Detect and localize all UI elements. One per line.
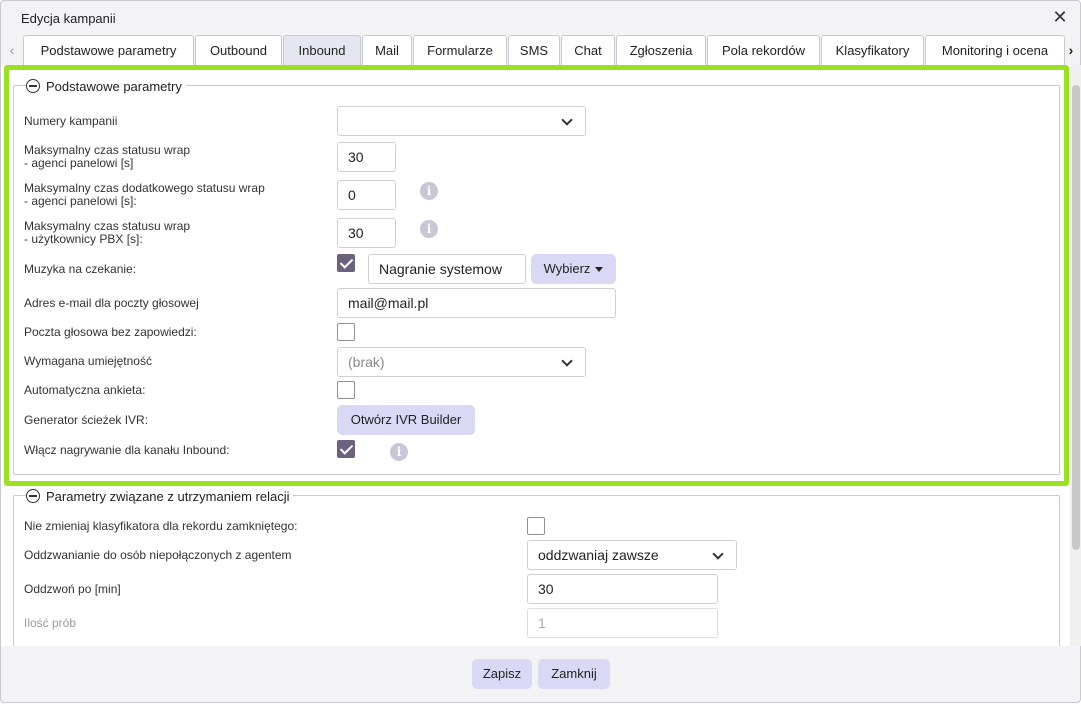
info-icon[interactable]: i	[420, 220, 438, 238]
tab-chat[interactable]: Chat	[561, 35, 615, 65]
callback-after-label: Oddzwoń po [min]	[24, 582, 121, 596]
info-icon[interactable]: i	[420, 182, 438, 200]
wrap-time-input[interactable]	[337, 142, 396, 172]
wrap-time-label: Maksymalny czas statusu wrap - agenci pa…	[24, 144, 190, 170]
voicemail-no-greeting-checkbox[interactable]	[337, 323, 355, 341]
section-basic-parameters: Podstawowe parametry Numery kampanii Mak…	[13, 77, 1060, 475]
wrap-time-label-line2: - agenci panelowi [s]	[24, 156, 134, 170]
voicemail-no-greeting-label: Poczta głosowa bez zapowiedzi:	[24, 325, 197, 339]
tab-bar: ‹ Podstawowe parametry Outbound Inbound …	[1, 35, 1081, 65]
callback-after-input[interactable]	[527, 574, 718, 604]
tab-formularze[interactable]: Formularze	[413, 35, 507, 65]
additional-wrap-time-label-line1: Maksymalny czas dodatkowego statusu wrap	[24, 181, 265, 195]
tab-klasyfikatory[interactable]: Klasyfikatory	[821, 35, 924, 65]
section-relationship-parameters-legend: Parametry związane z utrzymaniem relacji	[26, 487, 294, 505]
collapse-icon[interactable]	[26, 489, 40, 503]
choose-music-button-label: Wybierz	[543, 261, 591, 276]
callback-select[interactable]: oddzwaniaj zawsze	[527, 540, 737, 570]
callback-value: oddzwaniaj zawsze	[538, 547, 659, 563]
vertical-scrollbar[interactable]	[1070, 65, 1081, 646]
tab-inbound[interactable]: Inbound	[283, 35, 361, 65]
pbx-wrap-time-input[interactable]	[337, 218, 396, 248]
additional-wrap-time-label: Maksymalny czas dodatkowego statusu wrap…	[24, 182, 265, 208]
section-relationship-parameters: Parametry związane z utrzymaniem relacji…	[13, 487, 1060, 646]
required-skill-label: Wymagana umiejętność	[24, 354, 152, 368]
chevron-down-icon	[561, 114, 573, 126]
wrap-time-label-line1: Maksymalny czas statusu wrap	[24, 143, 191, 157]
attempts-input[interactable]	[527, 608, 718, 638]
info-icon[interactable]: i	[390, 443, 408, 461]
save-button[interactable]: Zapisz	[472, 659, 532, 689]
section-basic-parameters-title: Podstawowe parametry	[46, 78, 182, 94]
hold-music-input[interactable]	[368, 254, 526, 284]
tab-scroll-left-icon[interactable]: ‹	[5, 41, 19, 61]
collapse-icon[interactable]	[26, 79, 40, 93]
pbx-wrap-time-label-line2: - użytkownicy PBX [s]:	[24, 232, 143, 246]
section-relationship-parameters-title: Parametry związane z utrzymaniem relacji	[46, 488, 290, 504]
inbound-recording-checkbox[interactable]	[337, 440, 355, 458]
keep-classifier-checkbox[interactable]	[527, 517, 545, 535]
scrollbar-thumb[interactable]	[1072, 85, 1080, 550]
ivr-generator-label: Generator ścieżek IVR:	[24, 413, 149, 427]
open-ivr-builder-button[interactable]: Otwórz IVR Builder	[337, 405, 475, 435]
tab-scroll-right-icon[interactable]: ›	[1064, 41, 1078, 61]
tab-pola-rekordow[interactable]: Pola rekordów	[707, 35, 820, 65]
attempts-label: Ilość prób	[24, 616, 77, 630]
inbound-recording-label: Włącz nagrywanie dla kanału Inbound:	[24, 443, 230, 457]
chevron-down-icon	[561, 355, 573, 367]
campaign-numbers-label: Numery kampanii	[24, 114, 118, 128]
choose-music-button[interactable]: Wybierz	[531, 254, 616, 284]
tab-monitoring-i-ocena[interactable]: Monitoring i ocena	[925, 35, 1065, 65]
tab-outbound[interactable]: Outbound	[195, 35, 282, 65]
tab-mail[interactable]: Mail	[362, 35, 412, 65]
hold-music-label: Muzyka na czekanie:	[24, 262, 137, 276]
additional-wrap-time-input[interactable]	[337, 180, 396, 210]
pbx-wrap-time-label-line1: Maksymalny czas statusu wrap	[24, 219, 191, 233]
chevron-down-icon	[712, 548, 724, 560]
pbx-wrap-time-label: Maksymalny czas statusu wrap - użytkowni…	[24, 220, 190, 246]
hold-music-checkbox[interactable]	[337, 254, 355, 272]
additional-wrap-time-label-line2: - agenci panelowi [s]:	[24, 194, 137, 208]
tab-content: Podstawowe parametry Numery kampanii Mak…	[1, 65, 1070, 646]
titlebar: Edycja kampanii ✕	[1, 1, 1080, 35]
dialog-title: Edycja kampanii	[21, 11, 116, 26]
tab-podstawowe-parametry[interactable]: Podstawowe parametry	[23, 35, 194, 65]
required-skill-value: (brak)	[348, 354, 385, 370]
required-skill-select[interactable]: (brak)	[337, 347, 586, 377]
close-icon[interactable]: ✕	[1050, 7, 1070, 27]
campaign-edit-dialog: Edycja kampanii ✕ ‹ Podstawowe parametry…	[0, 0, 1081, 703]
keep-classifier-label: Nie zmieniaj klasyfikatora dla rekordu z…	[24, 519, 298, 533]
dialog-footer: Zapisz Zamknij	[1, 646, 1081, 704]
tab-sms[interactable]: SMS	[508, 35, 560, 65]
auto-survey-checkbox[interactable]	[337, 381, 355, 399]
campaign-numbers-select[interactable]	[337, 106, 586, 136]
voicemail-email-input[interactable]	[337, 288, 616, 318]
caret-down-icon	[595, 267, 604, 273]
callback-label: Oddzwanianie do osób niepołączonych z ag…	[24, 548, 292, 562]
close-button[interactable]: Zamknij	[538, 659, 610, 689]
tab-zgloszenia[interactable]: Zgłoszenia	[616, 35, 706, 65]
voicemail-email-label: Adres e-mail dla poczty głosowej	[24, 296, 199, 310]
auto-survey-label: Automatyczna ankieta:	[24, 383, 146, 397]
section-basic-parameters-legend: Podstawowe parametry	[26, 77, 186, 95]
